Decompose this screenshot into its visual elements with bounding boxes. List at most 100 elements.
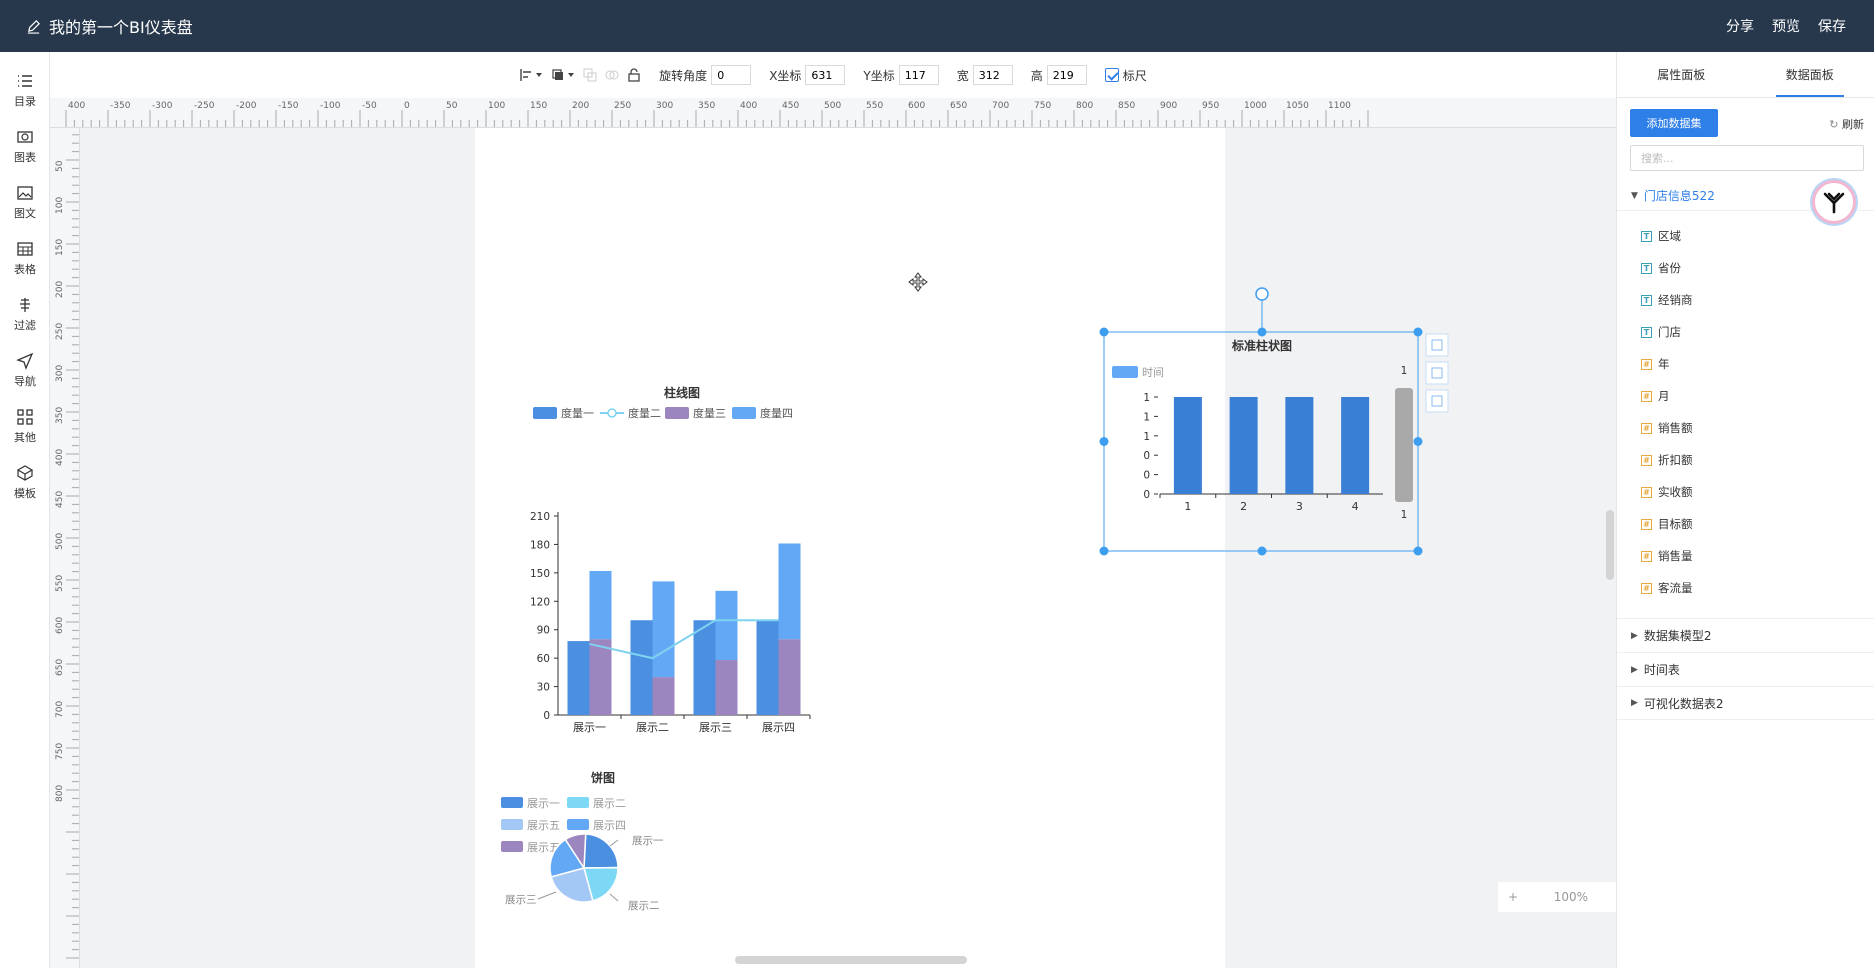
ruler-label: 750	[1034, 101, 1051, 111]
ruler-label: 950	[1202, 101, 1219, 111]
legend-swatch	[501, 841, 523, 852]
chart-icon	[17, 130, 33, 143]
sidebar-item-template[interactable]: 模板	[0, 454, 50, 510]
height-input[interactable]	[1046, 65, 1087, 85]
field-item[interactable]: T 区域	[1617, 220, 1874, 252]
legend-swatch	[567, 819, 589, 830]
ruler-label: 250	[614, 101, 631, 111]
legend-label: 度量二	[628, 406, 661, 420]
ruler-label: 0	[404, 101, 410, 111]
sidebar-item-other[interactable]: 其他	[0, 398, 50, 454]
ruler-label: 400	[68, 101, 85, 111]
align-dropdown[interactable]	[519, 68, 543, 82]
horizontal-ruler: 400 -350 -300 -250 -200 -150 -100 -50 0 50 100 150 2…	[50, 98, 1616, 128]
sidebar-label: 目录	[14, 94, 36, 108]
ruler-label: -300	[152, 101, 173, 111]
sidebar-item-filter[interactable]: 过滤	[0, 286, 50, 342]
ruler-label: 700	[992, 101, 1009, 111]
sidebar-item-catalog[interactable]: 目录	[0, 62, 50, 118]
horizontal-scrollbar[interactable]	[735, 956, 967, 964]
ruler-label: 350	[55, 407, 65, 424]
charts-layer: 柱线图度量一 度量二 度量三 度量四0306090120150180210展示一 展示二…	[501, 287, 1449, 912]
field-item[interactable]: # 销售量	[1617, 540, 1874, 572]
field-item[interactable]: T 门店	[1617, 316, 1874, 348]
field-item[interactable]: # 月	[1617, 380, 1874, 412]
tab-data[interactable]: 数据面板	[1746, 52, 1874, 97]
text-field-icon: T	[1641, 262, 1652, 274]
horizontal-ruler-svg: 400 -350 -300 -250 -200 -150 -100 -50 0 50 100 150 2…	[65, 101, 1369, 127]
zoom-in-button[interactable]: +	[1508, 890, 1518, 904]
add-dataset-button[interactable]: 添加数据集	[1630, 109, 1718, 137]
sidebar-item-image-text[interactable]: 图文	[0, 174, 50, 230]
numeric-field-icon: #	[1641, 454, 1652, 466]
rotate-input[interactable]	[711, 65, 752, 85]
field-label: 区域	[1658, 229, 1681, 243]
ruler-label: 50	[446, 101, 458, 111]
vertical-scrollbar[interactable]	[1606, 510, 1614, 580]
group-button[interactable]	[583, 68, 597, 82]
ruler-label: 600	[55, 617, 65, 634]
y-tick-label: 0	[1143, 450, 1150, 462]
sidebar-item-table[interactable]: 表格	[0, 230, 50, 286]
ruler-label: 450	[55, 491, 65, 508]
legend-label: 时间	[1142, 366, 1164, 379]
caret-right-icon: ▶	[1631, 698, 1638, 708]
legend-swatch-dot	[607, 408, 617, 418]
field-item[interactable]: T 省份	[1617, 252, 1874, 284]
x-input[interactable]	[805, 65, 846, 85]
width-input[interactable]	[972, 65, 1013, 85]
sidebar-label: 模板	[14, 486, 36, 500]
numeric-field-icon: #	[1641, 582, 1652, 594]
canvas-area[interactable]: 柱线图 度量一 度量二 度量三 度量四 0 30 60 90 120 150 180 210 展示一 展示二…	[80, 128, 1616, 968]
field-item[interactable]: # 目标额	[1617, 508, 1874, 540]
sidebar-label: 过滤	[14, 318, 36, 332]
numeric-field-icon: #	[1641, 358, 1652, 370]
legend-swatch	[567, 797, 589, 808]
ruler-label: 200	[572, 101, 589, 111]
tab-properties[interactable]: 属性面板	[1617, 52, 1746, 97]
caret-down-icon	[536, 73, 543, 77]
field-item[interactable]: # 折扣额	[1617, 444, 1874, 476]
ruler-toggle[interactable]: 标尺	[1104, 67, 1147, 84]
dataset-item[interactable]: ▶ 时间表	[1617, 652, 1874, 686]
field-item[interactable]: # 销售额	[1617, 412, 1874, 444]
ruler-label: 50	[55, 160, 65, 172]
assistant-avatar[interactable]	[1812, 180, 1856, 224]
field-item[interactable]: # 年	[1617, 348, 1874, 380]
bar-series-3	[652, 677, 675, 715]
pie-label-line	[537, 891, 557, 900]
sidebar-item-navigation[interactable]: 导航	[0, 342, 50, 398]
refresh-button[interactable]: ↻ 刷新	[1829, 116, 1864, 132]
field-item[interactable]: # 实收额	[1617, 476, 1874, 508]
x-tick-label: 展示四	[762, 721, 795, 734]
dataset-item[interactable]: ▶ 数据集模型2	[1617, 618, 1874, 652]
y-input[interactable]	[898, 65, 939, 85]
ruler-label: 150	[530, 101, 547, 111]
assistant-logo-icon	[1823, 192, 1845, 214]
field-item[interactable]: T 经销商	[1617, 284, 1874, 316]
rotate-handle	[1255, 287, 1269, 301]
field-item[interactable]: # 客流量	[1617, 572, 1874, 604]
field-label: 年	[1658, 357, 1670, 371]
preview-button[interactable]: 预览	[1772, 16, 1800, 36]
ruler-checkbox[interactable]	[1104, 68, 1119, 82]
copy-button	[1425, 361, 1449, 385]
ruler-label: 550	[55, 575, 65, 592]
x-label: X坐标	[769, 68, 802, 83]
lock-button[interactable]	[627, 68, 641, 82]
sidebar-item-chart[interactable]: 图表	[0, 118, 50, 174]
dataset-search-input[interactable]	[1630, 145, 1864, 171]
y-tick-label: 150	[530, 568, 550, 580]
save-button[interactable]: 保存	[1818, 16, 1846, 36]
layer-dropdown[interactable]	[551, 68, 575, 82]
bar-series-1	[756, 620, 779, 715]
pencil-icon[interactable]	[26, 19, 41, 34]
y-tick-label: 1	[1143, 392, 1150, 404]
ruler-label: 250	[55, 323, 65, 340]
ungroup-button[interactable]	[605, 68, 619, 82]
bar-series-1	[567, 641, 590, 715]
share-button[interactable]: 分享	[1726, 16, 1754, 36]
resize-handle	[1099, 437, 1109, 446]
dataset-item[interactable]: ▶ 可视化数据表2	[1617, 686, 1874, 720]
field-label: 实收额	[1658, 485, 1693, 499]
